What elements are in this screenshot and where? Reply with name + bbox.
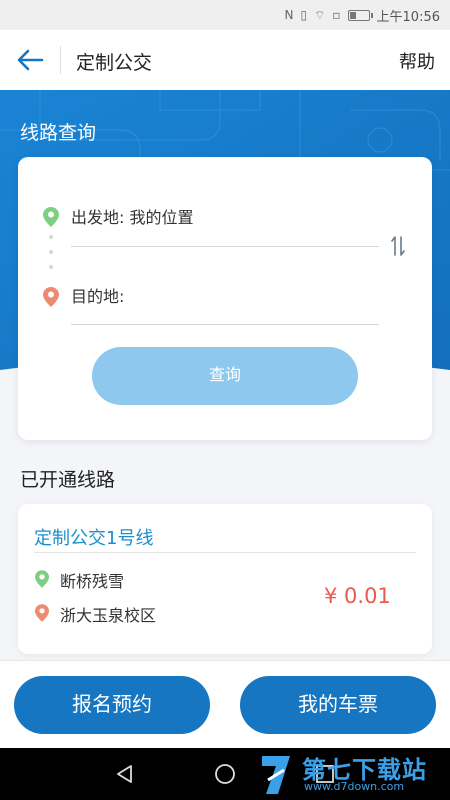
route-dot	[49, 265, 53, 269]
nav-home-icon[interactable]	[213, 762, 237, 786]
route-card[interactable]: 定制公交1号线 断桥残雪 浙大玉泉校区 ¥ 0.01	[18, 504, 432, 654]
destination-field[interactable]: 目的地:	[71, 283, 124, 307]
status-icons: N ▯ ⌔ ▫ 上午10:56	[284, 7, 440, 25]
app-header: 定制公交 帮助	[0, 30, 450, 90]
nfc-icon: N	[284, 8, 294, 22]
back-arrow-icon[interactable]	[14, 46, 46, 74]
route-dot	[49, 235, 53, 239]
end-stop-pin-icon	[35, 604, 49, 622]
query-button[interactable]: 查询	[92, 347, 358, 405]
signup-reservation-button[interactable]: 报名预约	[14, 676, 210, 734]
status-bar: N ▯ ⌔ ▫ 上午10:56	[0, 0, 450, 30]
origin-field[interactable]: 出发地: 我的位置	[71, 204, 193, 228]
opened-routes-heading: 已开通线路	[20, 469, 116, 491]
route-start-stop: 断桥残雪	[60, 572, 125, 591]
origin-pin-icon	[43, 207, 59, 227]
route-name: 定制公交1号线	[34, 528, 154, 549]
status-time: 上午10:56	[376, 9, 440, 25]
route-price: ¥ 0.01	[324, 584, 391, 608]
page-title: 定制公交	[76, 52, 153, 74]
destination-underline	[71, 324, 379, 325]
vibrate-icon: ▯	[300, 8, 308, 22]
route-divider	[34, 552, 416, 553]
start-stop-pin-icon	[35, 570, 49, 588]
route-query-card: 出发地: 我的位置 目的地: 查询	[18, 157, 432, 440]
wifi-icon: ⌔	[314, 8, 326, 22]
site-watermark: 第七下载站 www.d7down.com	[258, 748, 450, 800]
route-end-stop: 浙大玉泉校区	[60, 606, 157, 625]
watermark-url: www.d7down.com	[304, 780, 405, 793]
route-query-heading: 线路查询	[20, 122, 97, 144]
battery-icon	[347, 9, 373, 21]
nav-back-icon[interactable]	[113, 762, 137, 786]
route-dot	[49, 250, 53, 254]
help-button[interactable]: 帮助	[399, 48, 435, 74]
destination-pin-icon	[43, 287, 59, 307]
bottom-action-bar: 报名预约 我的车票	[0, 660, 450, 748]
header-divider	[60, 46, 61, 74]
watermark-logo-icon	[262, 756, 290, 794]
sim-icon: ▫	[332, 8, 341, 22]
system-nav-bar: 第七下载站 www.d7down.com	[0, 748, 450, 800]
my-tickets-button[interactable]: 我的车票	[240, 676, 436, 734]
swap-icon[interactable]	[390, 235, 406, 257]
origin-underline	[71, 246, 379, 247]
